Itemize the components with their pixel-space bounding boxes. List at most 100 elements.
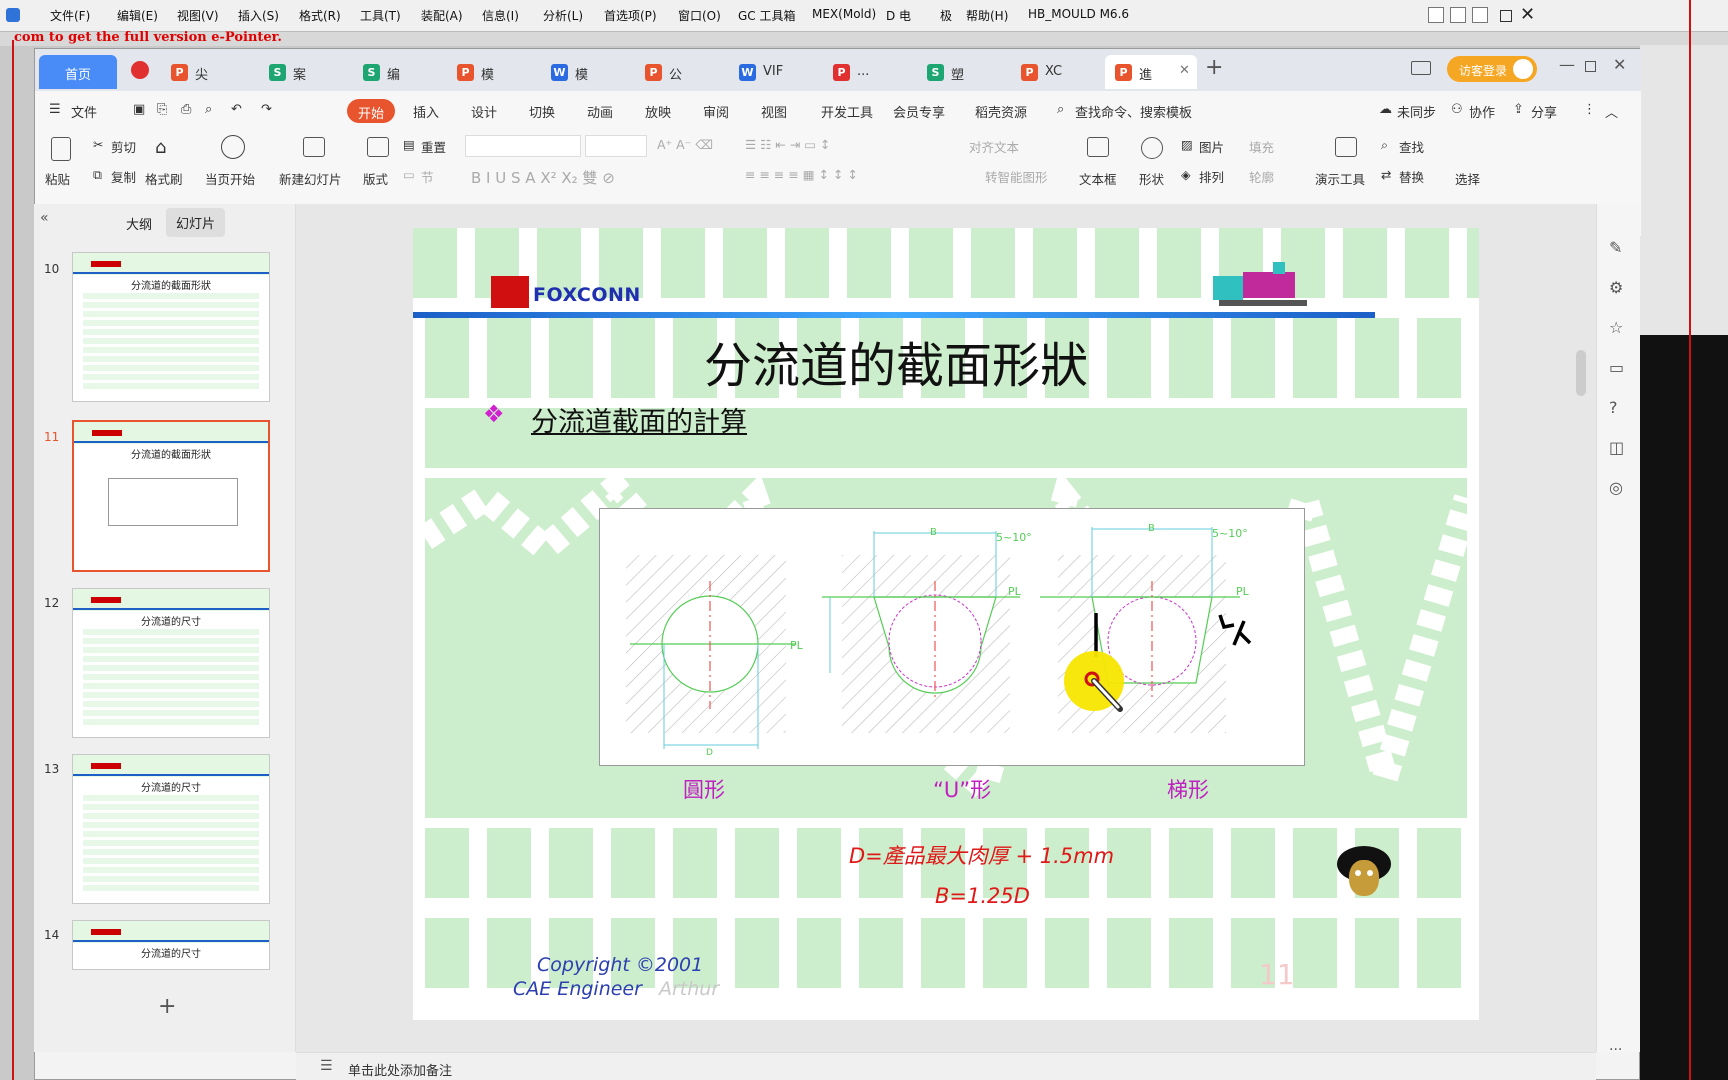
find-button[interactable]: 查找 xyxy=(1399,137,1424,156)
doc-tab-5[interactable]: W模 xyxy=(541,55,633,89)
doc-tab-10[interactable]: P XC xyxy=(1011,55,1103,89)
runner-section-diagram[interactable]: D PL B 5~10° PL B 5~10° PL xyxy=(599,508,1305,766)
legacy-menu-mex[interactable]: MEX(Mold) xyxy=(812,7,876,21)
menu-design[interactable]: 设计 xyxy=(471,102,497,121)
legacy-restore-button[interactable] xyxy=(1450,7,1466,23)
legacy-menu-d[interactable]: D 电 xyxy=(886,7,911,24)
menu-view[interactable]: 视图 xyxy=(761,102,787,121)
design-icon[interactable]: ✎ xyxy=(1609,238,1622,257)
doc-tab-8[interactable]: P... xyxy=(823,55,915,89)
more-icon[interactable]: ⋮ xyxy=(1583,102,1596,117)
list-icons[interactable]: ☰ ☷ ⇤ ⇥ ▭ ↕ xyxy=(745,137,831,152)
maximize-icon[interactable] xyxy=(1585,61,1596,72)
doc-tab-1[interactable]: P尖 xyxy=(161,55,253,89)
doc-tab-9[interactable]: S塑 xyxy=(917,55,1009,89)
smart-shape-button[interactable]: 转智能图形 xyxy=(985,167,1048,186)
wps-logo-icon[interactable] xyxy=(131,61,149,79)
outer-min-icon[interactable] xyxy=(1500,10,1512,22)
unsynced-button[interactable]: 未同步 xyxy=(1397,102,1436,121)
shape-button[interactable]: 形状 xyxy=(1139,169,1164,188)
preview-icon[interactable]: ⌕ xyxy=(205,102,212,117)
legacy-menu-insert[interactable]: 插入(S) xyxy=(238,7,279,24)
print-icon[interactable]: ⎙ xyxy=(181,102,191,117)
tab-home[interactable]: 首页 xyxy=(39,55,117,89)
slide-title[interactable]: 分流道的截面形狀 xyxy=(413,326,1379,396)
font-name-select[interactable] xyxy=(465,135,581,157)
tab-outline[interactable]: 大纲 xyxy=(126,214,152,233)
add-slide-button[interactable]: + xyxy=(158,994,176,1019)
share-button[interactable]: 分享 xyxy=(1531,102,1557,121)
legacy-menu-edit[interactable]: 编辑(E) xyxy=(117,7,158,24)
from-current-button[interactable]: 当页开始 xyxy=(205,169,255,188)
guest-login-button[interactable]: 访客登录 xyxy=(1447,56,1537,82)
legacy-menu-format[interactable]: 格式(R) xyxy=(299,7,341,24)
legacy-menu-info[interactable]: 信息(I) xyxy=(482,7,519,24)
close-tab-icon[interactable]: ✕ xyxy=(1179,63,1190,78)
legacy-menu-view[interactable]: 视图(V) xyxy=(177,7,219,24)
slide-thumbnail-12[interactable]: 分流道的尺寸 xyxy=(72,588,270,738)
properties-icon[interactable]: ⚙ xyxy=(1609,278,1623,297)
export-icon[interactable]: ⎘ xyxy=(157,102,167,117)
share-side-icon[interactable]: ◎ xyxy=(1609,478,1623,497)
menu-slideshow[interactable]: 放映 xyxy=(645,102,671,121)
paragraph-align-icons[interactable]: ≡ ≡ ≡ ≡ ▦ ↕ ↕ ↕ xyxy=(745,167,858,182)
doc-tab-2[interactable]: S案 xyxy=(259,55,351,89)
grow-font-icon[interactable]: A⁺ A⁻ ⌫ xyxy=(657,137,713,152)
menu-docer[interactable]: 稻壳资源 xyxy=(975,102,1027,121)
slide-thumbnail-10[interactable]: 分流道的截面形狀 xyxy=(72,252,270,402)
notes-placeholder[interactable]: 单击此处添加备注 xyxy=(348,1060,452,1079)
replace-button[interactable]: 替换 xyxy=(1399,167,1424,186)
collapse-ribbon-icon[interactable]: ︿ xyxy=(1605,102,1618,121)
copy-button[interactable]: 复制 xyxy=(111,167,136,186)
undo-icon[interactable]: ↶ xyxy=(231,102,242,117)
textbox-button[interactable]: 文本框 xyxy=(1079,169,1117,188)
legacy-close-button[interactable] xyxy=(1472,7,1488,23)
more-side-icon[interactable]: ··· xyxy=(1609,1042,1622,1058)
doc-tab-6[interactable]: P公 xyxy=(635,55,727,89)
legacy-menu-preferences[interactable]: 首选项(P) xyxy=(604,7,657,24)
select-button[interactable]: 选择 xyxy=(1455,169,1480,188)
align-text-button[interactable]: 对齐文本 xyxy=(969,137,1019,156)
legacy-menu-gc[interactable]: GC 工具箱 xyxy=(738,7,796,24)
close-window-icon[interactable]: ✕ xyxy=(1613,55,1626,74)
legacy-menu-assembly[interactable]: 装配(A) xyxy=(421,7,463,24)
menu-member[interactable]: 会员专享 xyxy=(893,102,945,121)
font-size-select[interactable] xyxy=(585,135,647,157)
slide-thumbnail-14[interactable]: 分流道的尺寸 xyxy=(72,920,270,970)
slide-thumbnail-13[interactable]: 分流道的尺寸 xyxy=(72,754,270,904)
menu-transition[interactable]: 切换 xyxy=(529,102,555,121)
new-tab-button[interactable]: + xyxy=(1205,55,1223,80)
layout-button[interactable]: 版式 xyxy=(363,169,388,188)
doc-tab-active[interactable]: P 進 ✕ xyxy=(1105,55,1197,89)
collapse-panel-icon[interactable]: « xyxy=(40,210,49,226)
vertical-scrollbar[interactable] xyxy=(1576,350,1586,396)
font-style-icons[interactable]: B I U S A X² X₂ 雙 ⊘ xyxy=(471,167,615,188)
menu-animation[interactable]: 动画 xyxy=(587,102,613,121)
save-icon[interactable]: ▣ xyxy=(133,102,145,117)
minimize-icon[interactable]: — xyxy=(1559,55,1575,74)
new-slide-button[interactable]: 新建幻灯片 xyxy=(279,169,342,188)
menu-devtools[interactable]: 开发工具 xyxy=(821,102,873,121)
format-painter-button[interactable]: 格式刷 xyxy=(145,169,183,188)
arrange-button[interactable]: 排列 xyxy=(1199,167,1224,186)
collab-button[interactable]: 协作 xyxy=(1469,102,1495,121)
outline-button[interactable]: 轮廓 xyxy=(1249,167,1274,186)
redo-icon[interactable]: ↷ xyxy=(261,102,272,117)
picture-button[interactable]: 图片 xyxy=(1199,137,1224,156)
legacy-menu-hbmould[interactable]: HB_MOULD M6.6 xyxy=(1028,7,1129,21)
reset-button[interactable]: 重置 xyxy=(421,137,446,156)
legacy-menu-window[interactable]: 窗口(O) xyxy=(678,7,721,24)
legacy-menu-tools[interactable]: 工具(T) xyxy=(360,7,401,24)
legacy-menu-ji[interactable]: 极 xyxy=(940,7,952,24)
menu-file[interactable]: 文件 xyxy=(71,102,97,121)
help-icon[interactable]: ? xyxy=(1609,398,1618,417)
command-search[interactable]: 查找命令、搜索模板 xyxy=(1075,102,1192,121)
menu-review[interactable]: 审阅 xyxy=(703,102,729,121)
slide-11[interactable]: FOXCONN 分流道的截面形狀 ❖ 分流道截面的計算 D PL B 5~10°… xyxy=(413,228,1479,1020)
doc-tab-4[interactable]: P模 xyxy=(447,55,539,89)
pin-icon[interactable]: ☆ xyxy=(1609,318,1623,337)
bullet-text[interactable]: 分流道截面的計算 xyxy=(531,400,747,439)
present-tools-button[interactable]: 演示工具 xyxy=(1315,169,1365,188)
menu-start[interactable]: 开始 xyxy=(347,99,395,123)
doc-tab-3[interactable]: S编 xyxy=(353,55,445,89)
